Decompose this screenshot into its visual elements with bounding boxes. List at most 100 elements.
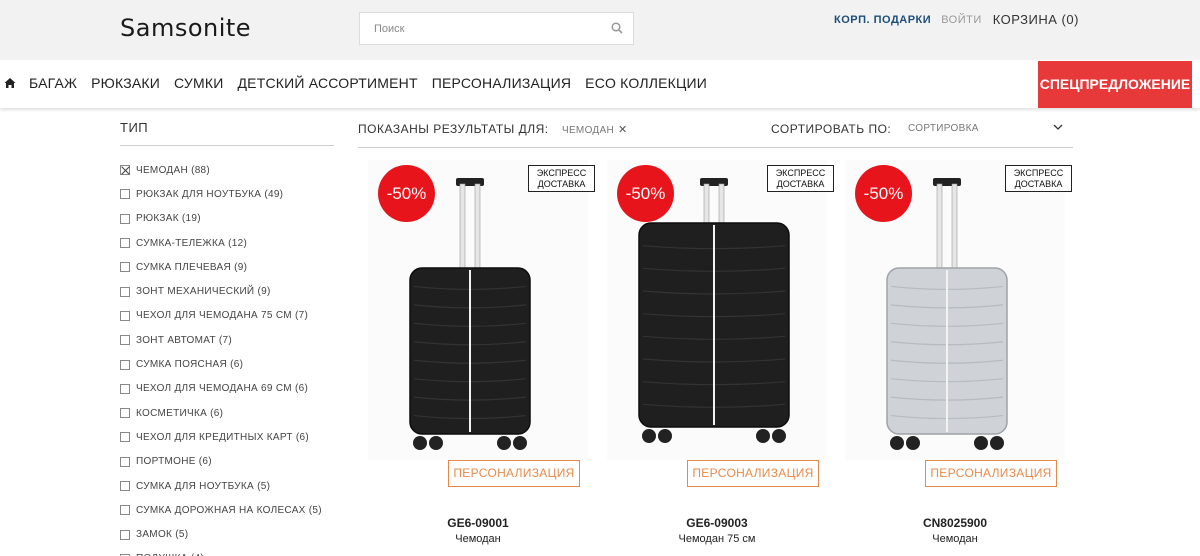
product-card[interactable]: -50% ЭКСПРЕСС ДОСТАВКА ПЕРСОНАЛИЗАЦИЯ CN… xyxy=(845,160,1072,556)
discount-badge: -50% xyxy=(855,165,912,222)
filter-option[interactable]: ЗАМОК (5) xyxy=(120,522,334,546)
filter-type-title: ТИП xyxy=(120,120,334,146)
results-for-label: ПОКАЗАНЫ РЕЗУЛЬТАТЫ ДЛЯ: xyxy=(358,122,549,136)
site-header: Samsonite КОРП. ПОДАРКИ ВОЙТИ КОРЗИНА (0… xyxy=(0,0,1200,60)
nav-item[interactable]: ПЕРСОНАЛИЗАЦИЯ xyxy=(432,75,571,91)
filter-label: КОСМЕТИЧКА (6) xyxy=(136,407,224,419)
personalize-button[interactable]: ПЕРСОНАЛИЗАЦИЯ xyxy=(448,460,580,487)
sort-label: СОРТИРОВАТЬ ПО: xyxy=(771,122,892,136)
express-delivery-badge: ЭКСПРЕСС ДОСТАВКА xyxy=(1005,165,1072,192)
product-sku[interactable]: CN8025900 xyxy=(825,516,1085,530)
filter-checkbox[interactable] xyxy=(120,481,130,491)
filter-option[interactable]: РЮКЗАК (19) xyxy=(120,207,334,231)
express-line1: ЭКСПРЕСС xyxy=(1013,168,1064,178)
filter-label: СУМКА ДОРОЖНАЯ НА КОЛЕСАХ (5) xyxy=(136,504,322,516)
personalize-button[interactable]: ПЕРСОНАЛИЗАЦИЯ xyxy=(925,460,1057,487)
filter-option[interactable]: СУМКА-ТЕЛЕЖКА (12) xyxy=(120,231,334,255)
filter-option[interactable]: ПОДУШКА (4) xyxy=(120,547,334,556)
filter-option[interactable]: ЧЕХОЛ ДЛЯ ЧЕМОДАНА 75 СМ (7) xyxy=(120,304,334,328)
special-offer-button[interactable]: СПЕЦПРЕДЛОЖЕНИЕ xyxy=(1038,61,1192,108)
corp-gifts-link[interactable]: КОРП. ПОДАРКИ xyxy=(834,14,931,26)
active-filter-chip[interactable]: ЧЕМОДАН ✕ xyxy=(562,123,628,136)
filter-option[interactable]: ЧЕХОЛ ДЛЯ КРЕДИТНЫХ КАРТ (6) xyxy=(120,425,334,449)
filter-label: ЗОНТ АВТОМАТ (7) xyxy=(136,334,233,346)
product-card[interactable]: -50% ЭКСПРЕСС ДОСТАВКА ПЕРСОНАЛИЗАЦИЯ GE… xyxy=(368,160,595,556)
login-link[interactable]: ВОЙТИ xyxy=(941,14,982,26)
nav-item[interactable]: БАГАЖ xyxy=(29,75,77,91)
filter-label: РЮКЗАК (19) xyxy=(136,213,201,225)
discount-badge: -50% xyxy=(617,165,674,222)
chevron-down-icon xyxy=(1053,124,1063,130)
filter-label: ЗОНТ МЕХАНИЧЕСКИЙ (9) xyxy=(136,286,271,298)
filter-label: ЗАМОК (5) xyxy=(136,529,189,541)
express-line1: ЭКСПРЕСС xyxy=(536,168,587,178)
filter-checkbox[interactable] xyxy=(120,213,130,224)
discount-badge: -50% xyxy=(378,165,435,222)
filter-checkbox[interactable] xyxy=(120,335,130,346)
filter-option[interactable]: СУМКА ДЛЯ НОУТБУКА (5) xyxy=(120,474,334,498)
search-input[interactable] xyxy=(360,13,590,44)
filter-checkbox[interactable] xyxy=(120,529,130,540)
main-nav: БАГАЖ РЮКЗАКИ СУМКИ ДЕТСКИЙ АССОРТИМЕНТ ПЕРС… xyxy=(0,61,1200,108)
nav-item[interactable]: РЮКЗАКИ xyxy=(91,75,160,91)
filter-checkbox[interactable] xyxy=(120,408,130,419)
filter-checkbox[interactable] xyxy=(120,286,130,297)
filter-checkbox[interactable] xyxy=(120,456,130,467)
sort-dropdown[interactable]: СОРТИРОВКА xyxy=(908,123,1063,134)
nav-menu: БАГАЖ РЮКЗАКИ СУМКИ ДЕТСКИЙ АССОРТИМЕНТ ПЕРС… xyxy=(29,75,721,91)
filter-checkbox[interactable] xyxy=(120,359,130,370)
remove-filter-icon[interactable]: ✕ xyxy=(618,124,628,136)
product-name[interactable]: Чемодан 75 см xyxy=(587,533,847,545)
nav-item[interactable]: ECO КОЛЛЕКЦИИ xyxy=(585,75,707,91)
filter-option[interactable]: ЗОНТ АВТОМАТ (7) xyxy=(120,328,334,352)
product-sku[interactable]: GE6-09003 xyxy=(587,516,847,530)
samsonite-logo[interactable]: Samsonite xyxy=(120,14,251,42)
filter-label: СУМКА ПЛЕЧЕВАЯ (9) xyxy=(136,261,248,273)
filter-checkbox[interactable] xyxy=(120,310,130,321)
filter-label: ЧЕХОЛ ДЛЯ ЧЕМОДАНА 75 СМ (7) xyxy=(136,310,309,322)
product-name[interactable]: Чемодан xyxy=(825,533,1085,545)
filter-checkbox[interactable] xyxy=(120,383,130,394)
header-links: КОРП. ПОДАРКИ ВОЙТИ КОРЗИНА (0) xyxy=(834,12,1079,27)
product-sku[interactable]: GE6-09001 xyxy=(348,516,608,530)
nav-item[interactable]: СУМКИ xyxy=(174,75,223,91)
filter-option[interactable]: ЗОНТ МЕХАНИЧЕСКИЙ (9) xyxy=(120,279,334,303)
filter-option[interactable]: СУМКА ПОЯСНАЯ (6) xyxy=(120,352,334,376)
product-name[interactable]: Чемодан xyxy=(348,533,608,545)
filter-label: ЧЕХОЛ ДЛЯ КРЕДИТНЫХ КАРТ (6) xyxy=(136,431,309,443)
filter-checkbox[interactable] xyxy=(120,238,130,249)
nav-item[interactable]: ДЕТСКИЙ АССОРТИМЕНТ xyxy=(237,75,417,91)
personalize-button[interactable]: ПЕРСОНАЛИЗАЦИЯ xyxy=(687,460,819,487)
filter-label: ПОРТМОНЕ (6) xyxy=(136,456,212,468)
home-icon[interactable] xyxy=(4,77,16,89)
sort-value: СОРТИРОВКА xyxy=(908,123,979,134)
filter-option[interactable]: ПОРТМОНЕ (6) xyxy=(120,450,334,474)
filter-label: СУМКА-ТЕЛЕЖКА (12) xyxy=(136,237,248,249)
filter-label: СУМКА ПОЯСНАЯ (6) xyxy=(136,359,244,371)
filter-checkbox[interactable] xyxy=(120,189,130,200)
filter-option[interactable]: СУМКА ДОРОЖНАЯ НА КОЛЕСАХ (5) xyxy=(120,498,334,522)
filter-option[interactable]: РЮКЗАК ДЛЯ НОУТБУКА (49) xyxy=(120,182,334,206)
active-filter-label: ЧЕМОДАН xyxy=(562,125,614,136)
product-card[interactable]: -50% ЭКСПРЕСС ДОСТАВКА ПЕРСОНАЛИЗАЦИЯ GE… xyxy=(607,160,834,556)
filter-sidebar: ТИП ЧЕМОДАН (88) РЮКЗАК ДЛЯ НОУТБУКА (49)… xyxy=(120,120,334,556)
filter-option[interactable]: СУМКА ПЛЕЧЕВАЯ (9) xyxy=(120,255,334,279)
filter-label: ЧЕХОЛ ДЛЯ ЧЕМОДАНА 69 СМ (6) xyxy=(136,383,309,395)
filter-label: РЮКЗАК ДЛЯ НОУТБУКА (49) xyxy=(136,188,284,200)
filter-checkbox[interactable] xyxy=(120,165,130,176)
express-delivery-badge: ЭКСПРЕСС ДОСТАВКА xyxy=(767,165,834,192)
express-line2: ДОСТАВКА xyxy=(1014,179,1063,189)
filter-checkbox[interactable] xyxy=(120,262,130,273)
cart-link[interactable]: КОРЗИНА (0) xyxy=(993,12,1079,27)
express-line2: ДОСТАВКА xyxy=(537,179,586,189)
filter-label: СУМКА ДЛЯ НОУТБУКА (5) xyxy=(136,480,271,492)
filter-option[interactable]: ЧЕМОДАН (88) xyxy=(120,158,334,182)
filter-option[interactable]: КОСМЕТИЧКА (6) xyxy=(120,401,334,425)
filter-checkbox[interactable] xyxy=(120,432,130,443)
search-box[interactable] xyxy=(359,12,634,45)
filter-checkbox[interactable] xyxy=(120,505,130,516)
express-delivery-badge: ЭКСПРЕСС ДОСТАВКА xyxy=(528,165,595,192)
filter-option[interactable]: ЧЕХОЛ ДЛЯ ЧЕМОДАНА 69 СМ (6) xyxy=(120,377,334,401)
express-line1: ЭКСПРЕСС xyxy=(775,168,826,178)
search-icon[interactable] xyxy=(611,22,623,34)
